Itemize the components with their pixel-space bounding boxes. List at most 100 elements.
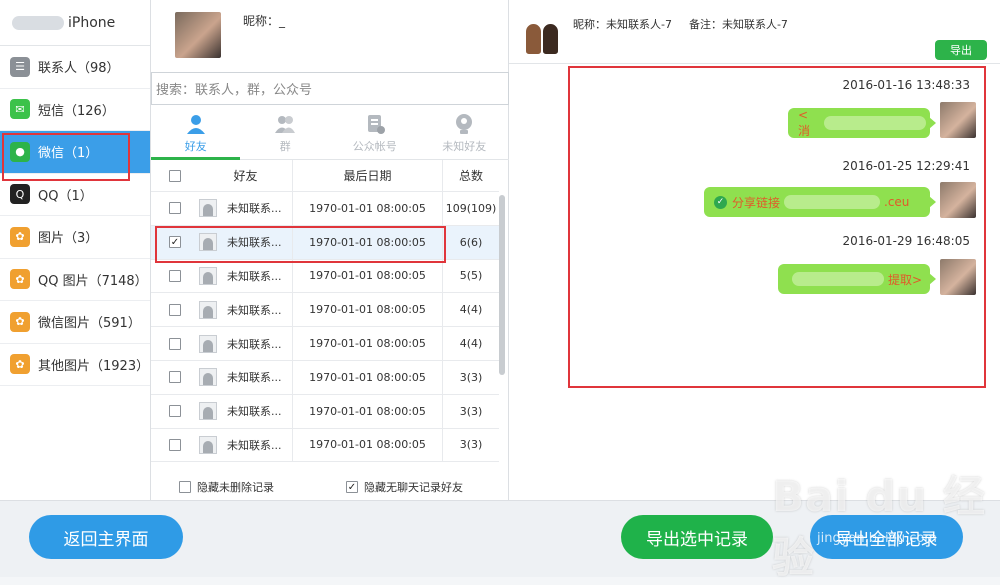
contact-name: 未知联系... xyxy=(227,405,282,419)
last-date: 1970-01-01 08:00:05 xyxy=(293,327,443,360)
table-row[interactable]: 未知联系... 1970-01-01 08:00:05 3(3) xyxy=(151,428,499,463)
sidebar-item-label: 其他图片（1923） xyxy=(38,358,150,374)
hide-deleted-checkbox[interactable] xyxy=(179,481,191,493)
message-timestamp: 2016-01-16 13:48:33 xyxy=(842,78,970,92)
col-header-total[interactable]: 总数 xyxy=(443,167,499,184)
sender-avatar xyxy=(940,259,976,295)
tab-label: 群 xyxy=(279,140,291,153)
row-checkbox[interactable] xyxy=(169,405,181,418)
export-selected-button[interactable]: 导出选中记录 xyxy=(621,515,773,559)
message-redacted xyxy=(784,195,881,209)
sidebar-item-contacts[interactable]: ☰ 联系人（98） xyxy=(0,46,150,89)
sidebar-item-wechat-photos[interactable]: ✿ 微信图片（591） xyxy=(0,301,150,344)
tab-friends[interactable]: 好友 xyxy=(151,108,241,160)
sidebar-item-label: 微信（1） xyxy=(38,146,99,162)
table-row-selected[interactable]: ✓ 未知联系... 1970-01-01 08:00:05 6(6) xyxy=(151,225,499,263)
message-text: 分享链接 xyxy=(732,195,781,210)
message-total: 3(3) xyxy=(459,370,483,384)
contact-name: 未知联系... xyxy=(227,303,282,317)
row-checkbox[interactable] xyxy=(169,269,181,282)
sidebar-item-sms[interactable]: ✉ 短信（126） xyxy=(0,89,150,131)
contact-avatar xyxy=(199,266,217,285)
official-account-icon xyxy=(367,115,385,134)
contacts-icon: ☰ xyxy=(10,56,30,77)
sidebar-item-label: 图片（3） xyxy=(38,231,99,247)
export-button[interactable]: 导出 xyxy=(935,40,987,60)
col-header-date[interactable]: 最后日期 xyxy=(293,160,443,191)
col-header-friend[interactable]: 好友 xyxy=(199,160,293,191)
tab-official-accounts[interactable]: 公众帐号 xyxy=(330,108,420,159)
link-check-icon: ✓ xyxy=(714,195,727,209)
contact-avatar xyxy=(199,435,217,454)
message-text: .ceu xyxy=(884,195,910,209)
chat-note: 备注：未知联系人-7 xyxy=(688,18,788,31)
profile-nickname: 昵称：_ xyxy=(243,14,286,28)
table-scrollbar[interactable] xyxy=(499,195,505,375)
filter-hide-deleted[interactable]: 隐藏未删除记录 xyxy=(179,479,274,495)
chat-nickname: 昵称：未知联系人-7 xyxy=(573,18,672,31)
message-redacted xyxy=(823,116,926,130)
back-to-main-button[interactable]: 返回主界面 xyxy=(29,515,183,559)
message-bubble[interactable]: <消 xyxy=(788,108,936,138)
sender-avatar xyxy=(940,182,976,218)
device-name: iPhone xyxy=(68,14,116,31)
hide-no-chat-checkbox[interactable]: ✓ xyxy=(346,481,358,493)
last-date: 1970-01-01 08:00:05 xyxy=(293,360,443,394)
tab-label: 公众帐号 xyxy=(352,140,397,153)
photos-icon: ✿ xyxy=(10,226,30,247)
table-row[interactable]: 未知联系... 1970-01-01 08:00:05 4(4) xyxy=(151,327,499,361)
unknown-friend-icon xyxy=(456,114,473,134)
contact-couple-avatar xyxy=(521,12,563,54)
message-timestamp: 2016-01-29 16:48:05 xyxy=(842,234,970,248)
row-checkbox[interactable] xyxy=(169,337,181,350)
row-checkbox[interactable] xyxy=(169,303,181,316)
app-window: iPhone ☰ 联系人（98） ✉ 短信（126） ● 微信（1） Q QQ（… xyxy=(0,0,1000,582)
table-row[interactable]: 未知联系... 1970-01-01 08:00:05 4(4) xyxy=(151,293,499,328)
message-total: 4(4) xyxy=(459,303,483,317)
bottom-bar: 返回主界面 导出全部记录 导出选中记录 xyxy=(0,500,1000,577)
profile-header: 昵称：_ xyxy=(151,0,508,70)
table-row[interactable]: 未知联系... 1970-01-01 08:00:05 3(3) xyxy=(151,394,499,429)
wechat-icon: ● xyxy=(10,141,30,162)
last-date: 1970-01-01 08:00:05 xyxy=(293,259,443,293)
wechat-photos-icon: ✿ xyxy=(10,311,30,332)
friends-table: 好友 最后日期 总数 未知联系... 1970-01-01 08:00:05 1… xyxy=(151,160,499,463)
sidebar-item-label: 短信（126） xyxy=(38,103,115,119)
tab-unknown-friends[interactable]: 未知好友 xyxy=(420,108,510,159)
table-row[interactable]: 未知联系... 1970-01-01 08:00:05 109(109) xyxy=(151,192,499,226)
chat-contact-info: 昵称：未知联系人-7 备注：未知联系人-7 xyxy=(573,16,788,32)
sidebar-item-qq-photos[interactable]: ✿ QQ 图片（7148） xyxy=(0,259,150,301)
message-bubble[interactable]: ✓ 分享链接 .ceu xyxy=(704,187,936,217)
sidebar-item-qq[interactable]: Q QQ（1） xyxy=(0,174,150,216)
filter-hide-no-chat[interactable]: ✓ 隐藏无聊天记录好友 xyxy=(346,479,463,495)
sidebar-item-label: QQ（1） xyxy=(38,188,93,204)
sidebar-item-wechat[interactable]: ● 微信（1） xyxy=(0,131,150,181)
table-row[interactable]: 未知联系... 1970-01-01 08:00:05 5(5) xyxy=(151,259,499,294)
row-checkbox[interactable] xyxy=(169,438,181,451)
filter-label: 隐藏未删除记录 xyxy=(197,481,274,494)
contact-avatar xyxy=(199,300,217,319)
tab-label: 未知好友 xyxy=(442,140,487,153)
filter-label: 隐藏无聊天记录好友 xyxy=(364,481,463,494)
message-list: 2016-01-16 13:48:33 <消 2016-01-25 12:29:… xyxy=(568,66,986,388)
table-header: 好友 最后日期 总数 xyxy=(151,160,499,192)
qq-photos-icon: ✿ xyxy=(10,269,30,290)
last-date: 1970-01-01 08:00:05 xyxy=(293,428,443,462)
sidebar-item-other-photos[interactable]: ✿ 其他图片（1923） xyxy=(0,344,150,386)
contact-name: 未知联系... xyxy=(227,236,282,250)
row-checkbox[interactable] xyxy=(169,202,181,215)
message-bubble[interactable]: 提取> xyxy=(778,264,936,294)
table-row[interactable]: 未知联系... 1970-01-01 08:00:05 3(3) xyxy=(151,360,499,395)
contact-tabs: 好友 群 公众帐号 未知好友 xyxy=(151,108,509,160)
search-input[interactable]: 搜索：联系人，群，公众号 xyxy=(151,72,509,105)
filter-bar: 隐藏未删除记录 ✓ 隐藏无聊天记录好友 xyxy=(151,475,509,499)
export-all-button[interactable]: 导出全部记录 xyxy=(810,515,963,559)
select-all-checkbox[interactable] xyxy=(169,169,181,182)
row-checkbox-checked[interactable]: ✓ xyxy=(169,236,181,249)
search-placeholder: 搜索：联系人，群，公众号 xyxy=(156,83,313,98)
message-total: 3(3) xyxy=(459,404,483,418)
row-checkbox[interactable] xyxy=(169,371,181,384)
contact-name: 未知联系... xyxy=(227,269,282,283)
sidebar-item-photos[interactable]: ✿ 图片（3） xyxy=(0,216,150,259)
tab-groups[interactable]: 群 xyxy=(241,108,331,159)
